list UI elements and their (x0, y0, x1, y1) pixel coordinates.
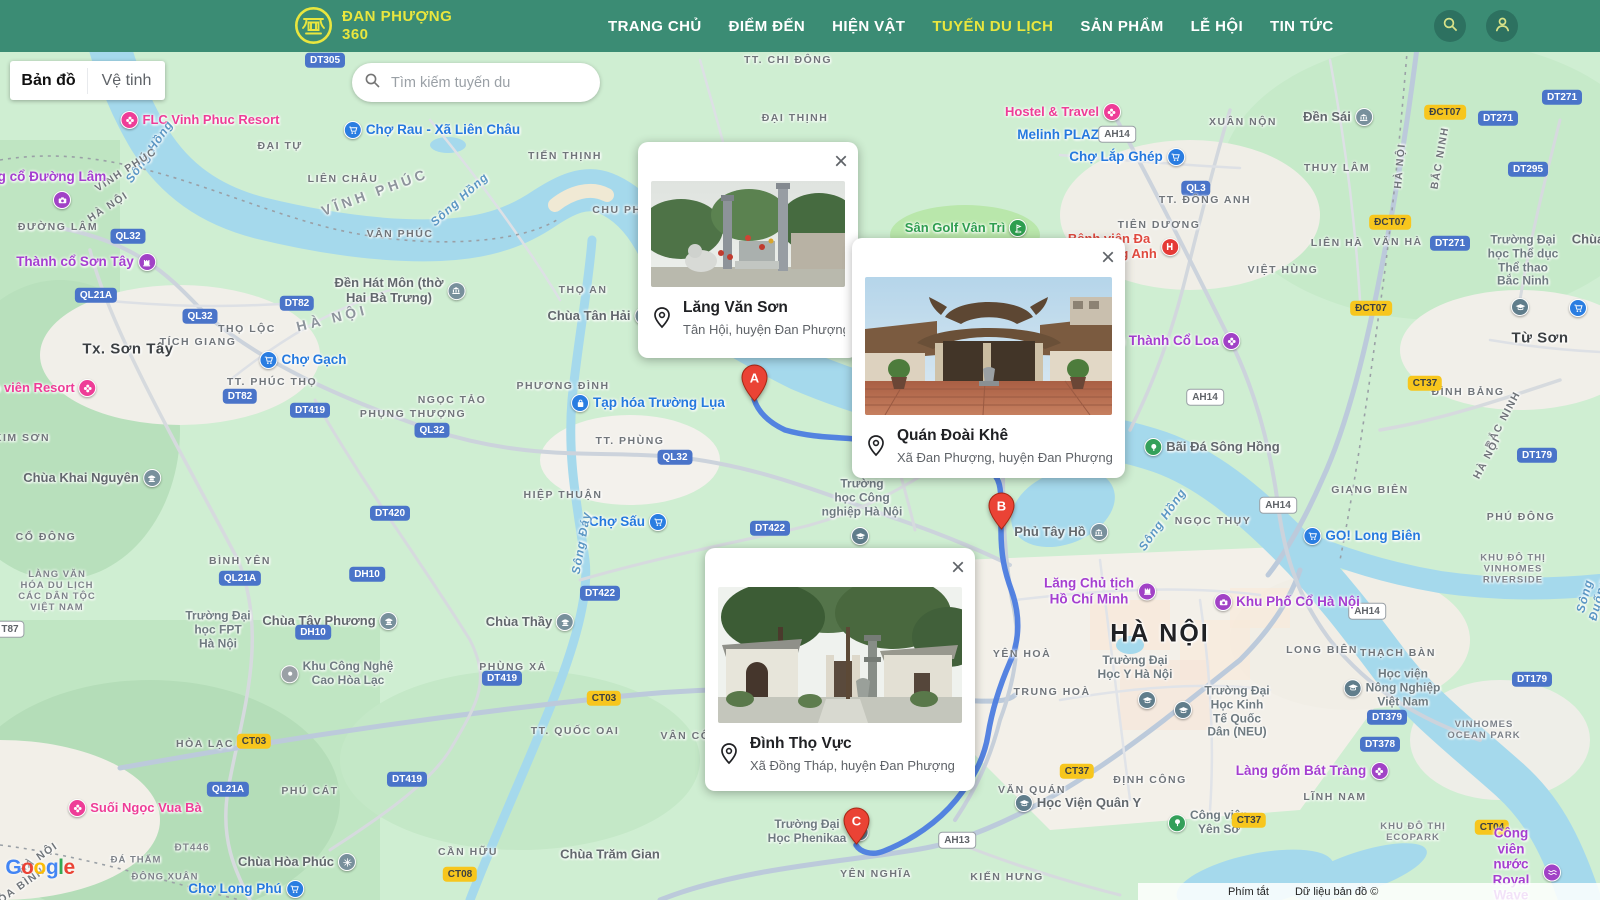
user-icon (1494, 16, 1511, 36)
nav-tuyen-du-lich[interactable]: TUYẾN DU LỊCH (932, 18, 1053, 35)
location-pin-icon (651, 306, 673, 330)
user-account-button[interactable] (1486, 10, 1518, 42)
location-pin-icon (718, 742, 740, 766)
poi-popup-dinh-tho-vuc: × (705, 548, 975, 791)
nav-diem-den[interactable]: ĐIỂM ĐẾN (729, 18, 806, 35)
app: TT. CHI ĐÔNGDT305FLC Vinh Phuc ResortChợ… (0, 0, 1600, 900)
poi-photo[interactable] (718, 587, 962, 723)
search-icon (1442, 16, 1459, 36)
close-icon[interactable]: × (1097, 242, 1119, 274)
map-type-control: Bản đồ Vệ tinh (10, 61, 165, 100)
site-logo[interactable]: ĐAN PHƯỢNG 360 (294, 6, 452, 45)
close-icon[interactable]: × (947, 552, 969, 584)
poi-photo[interactable] (651, 181, 845, 287)
poi-photo[interactable] (865, 277, 1112, 415)
map-type-satellite[interactable]: Vệ tinh (88, 72, 165, 90)
search-input[interactable] (389, 74, 588, 92)
poi-title[interactable]: Đình Thọ Vực (750, 735, 955, 753)
close-icon[interactable]: × (830, 146, 852, 178)
map-type-map[interactable]: Bản đồ (10, 72, 87, 90)
poi-subtitle: Tân Hội, huyện Đan Phượng (683, 322, 845, 337)
nav-tin-tuc[interactable]: TIN TỨC (1270, 18, 1334, 35)
nav-le-hoi[interactable]: LỄ HỘI (1191, 18, 1243, 35)
logo-text: ĐAN PHƯỢNG 360 (342, 8, 452, 44)
svg-text:A: A (749, 371, 759, 386)
nav-hien-vat[interactable]: HIỆN VẬT (832, 18, 905, 35)
route-search (352, 63, 600, 102)
main-nav: TRANG CHỦ ĐIỂM ĐẾN HIỆN VẬT TUYẾN DU LỊC… (608, 0, 1334, 52)
route-marker-c[interactable]: C (843, 807, 870, 845)
logo-icon (294, 6, 333, 45)
svg-text:B: B (996, 499, 1005, 514)
location-pin-icon (865, 434, 887, 458)
svg-text:C: C (851, 814, 861, 829)
search-icon (364, 72, 381, 94)
site-header: ĐAN PHƯỢNG 360 TRANG CHỦ ĐIỂM ĐẾN HIỆN V… (0, 0, 1600, 52)
poi-subtitle: Xã Đồng Tháp, huyện Đan Phượng (750, 758, 955, 773)
poi-popup-lang-van-son: × Lăng Văn Sơn Tân Hội, huyện Đan (638, 142, 858, 358)
nav-trang-chu[interactable]: TRANG CHỦ (608, 18, 702, 35)
poi-title[interactable]: Quán Đoài Khê (897, 427, 1112, 445)
poi-subtitle: Xã Đan Phượng, huyện Đan Phượng (897, 450, 1112, 465)
poi-popup-quan-doai-khe: × (852, 238, 1125, 478)
route-marker-b[interactable]: B (988, 492, 1015, 530)
nav-san-pham[interactable]: SẢN PHẨM (1080, 18, 1163, 35)
poi-title[interactable]: Lăng Văn Sơn (683, 299, 845, 317)
route-marker-a[interactable]: A (741, 364, 768, 402)
header-search-button[interactable] (1434, 10, 1466, 42)
